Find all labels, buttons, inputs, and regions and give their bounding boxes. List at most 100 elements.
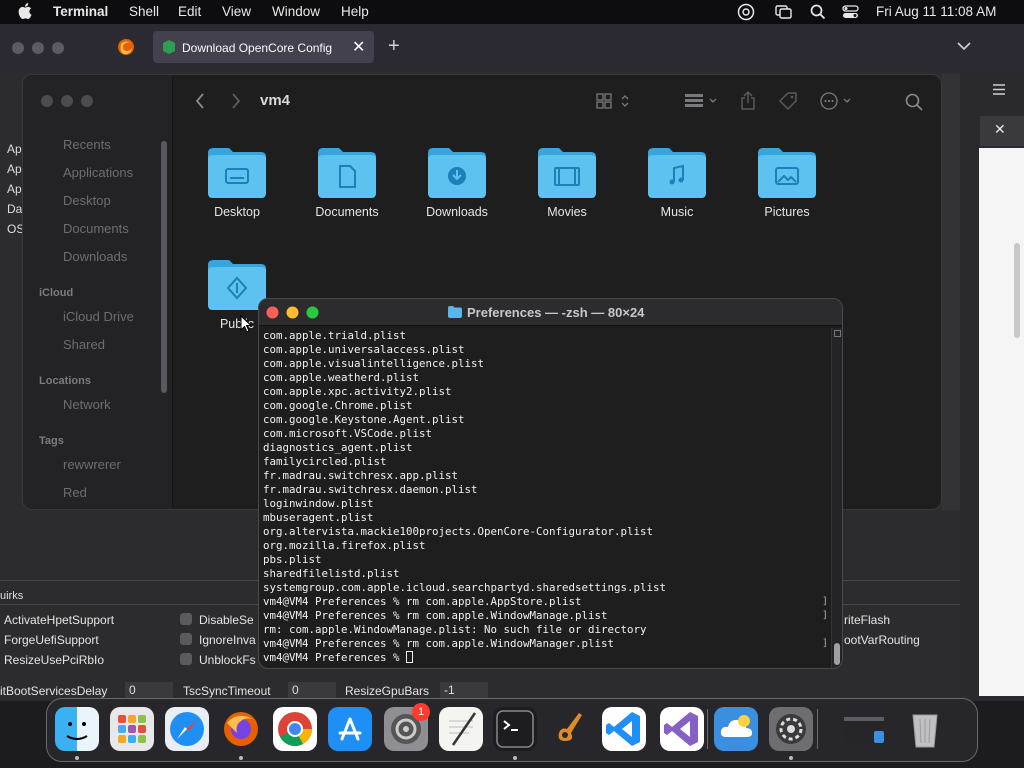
- quirk-checkbox[interactable]: [180, 653, 192, 665]
- quirk-checkbox-label[interactable]: riteFlash: [844, 613, 890, 627]
- more-actions-ellipsis-icon[interactable]: [820, 92, 854, 110]
- menu-help[interactable]: Help: [341, 4, 369, 19]
- dock-separator: [707, 709, 708, 749]
- view-grid-icon[interactable]: [596, 93, 630, 109]
- folder-documents[interactable]: Documents: [297, 145, 397, 219]
- terminal-output[interactable]: com.apple.triald.plist com.apple.universa…: [263, 329, 828, 665]
- forward-chevron-icon[interactable]: [231, 93, 241, 109]
- left-list-item[interactable]: Ap: [7, 182, 22, 196]
- list-all-tabs-chevron-down-icon[interactable]: [957, 42, 971, 51]
- visual-studio-icon[interactable]: [660, 707, 704, 751]
- menu-window[interactable]: Window: [272, 4, 320, 19]
- share-icon[interactable]: [740, 91, 756, 110]
- terminal-scrollbar-track[interactable]: [831, 328, 842, 668]
- left-list-item[interactable]: Ap: [7, 142, 22, 156]
- folder-label: Desktop: [214, 205, 260, 219]
- terminal-titlebar[interactable]: Preferences — -zsh — 80×24: [259, 299, 842, 326]
- vscode-icon[interactable]: [602, 707, 646, 751]
- folder-label: Documents: [315, 205, 379, 219]
- spotlight-search-icon[interactable]: [810, 4, 826, 20]
- page-scrollbar[interactable]: [1014, 243, 1020, 338]
- quirk-checkbox[interactable]: [180, 633, 192, 645]
- apple-menu-icon[interactable]: [18, 3, 32, 19]
- quirk-checkbox-label[interactable]: ActivateHpetSupport: [4, 613, 114, 627]
- group-by-icon[interactable]: [684, 93, 720, 109]
- field-value: -1: [444, 683, 455, 697]
- terminal-title: Preferences — -zsh — 80×24: [467, 305, 645, 320]
- accessibility-status-icon[interactable]: [737, 3, 755, 21]
- menu-shell[interactable]: Shell: [129, 4, 159, 19]
- textedit-icon[interactable]: [439, 707, 483, 751]
- sidebar-item-network[interactable]: Network: [63, 397, 111, 412]
- finder-icon[interactable]: [55, 707, 99, 751]
- app-store-icon[interactable]: [328, 707, 372, 751]
- folder-music[interactable]: Music: [627, 145, 727, 219]
- quirk-checkbox[interactable]: [180, 613, 192, 625]
- garageband-icon[interactable]: [547, 707, 591, 751]
- quirk-checkbox-label[interactable]: ForgeUefiSupport: [4, 633, 99, 647]
- terminal-line: vm4@VM4 Preferences % rm com.apple.Windo…: [263, 637, 615, 650]
- finder-search-icon[interactable]: [905, 93, 923, 111]
- sidebar-item-tag-red[interactable]: Red: [63, 485, 87, 500]
- cloud-app-icon[interactable]: [714, 707, 758, 751]
- new-tab-icon[interactable]: +: [388, 35, 400, 58]
- left-list-item[interactable]: Da: [7, 202, 22, 216]
- terminal-icon[interactable]: [493, 707, 537, 751]
- sidebar-item-icloud-drive[interactable]: iCloud Drive: [63, 309, 134, 324]
- quirk-checkbox-label[interactable]: UnblockFs: [199, 653, 256, 667]
- folder-movies[interactable]: Movies: [517, 145, 617, 219]
- browser-tab-active[interactable]: Download OpenCore Configurat ✕: [153, 31, 374, 63]
- terminal-line: pbs.plist: [263, 553, 322, 566]
- running-indicator: [239, 756, 243, 760]
- terminal-window-controls[interactable]: [266, 306, 322, 319]
- terminal-line: sharedfilelistd.plist: [263, 567, 400, 580]
- folder-icon: [648, 148, 706, 198]
- menu-view[interactable]: View: [222, 4, 251, 19]
- window-preview-icon[interactable]: [842, 707, 886, 751]
- control-center-icon[interactable]: [842, 5, 859, 19]
- sidebar-item-tag[interactable]: rewwrerer: [63, 457, 121, 472]
- menu-app-name[interactable]: Terminal: [53, 4, 108, 19]
- folder-pictures[interactable]: Pictures: [737, 145, 837, 219]
- firefox-view-icon[interactable]: [117, 38, 135, 56]
- sidebar-item-recents[interactable]: Recents: [63, 137, 111, 152]
- terminal-cursor: [406, 651, 414, 663]
- quirk-checkbox-label[interactable]: ootVarRouting: [844, 633, 920, 647]
- launchpad-icon[interactable]: [110, 707, 154, 751]
- screen-mirroring-icon[interactable]: [775, 5, 792, 19]
- app-menu-hamburger-icon[interactable]: [992, 84, 1006, 95]
- menu-edit[interactable]: Edit: [178, 4, 201, 19]
- terminal-scroll-thumb[interactable]: [834, 643, 840, 665]
- back-chevron-icon[interactable]: [195, 93, 205, 109]
- folder-icon: [758, 148, 816, 198]
- left-list-item[interactable]: Ap: [7, 162, 22, 176]
- sidebar-item-shared[interactable]: Shared: [63, 337, 105, 352]
- sidebar-item-downloads[interactable]: Downloads: [63, 249, 127, 264]
- quirk-checkbox-label[interactable]: IgnoreInva: [199, 633, 256, 647]
- firefox-icon[interactable]: [219, 707, 263, 751]
- terminal-line: com.apple.universalaccess.plist: [263, 343, 465, 356]
- tag-icon[interactable]: [779, 92, 797, 110]
- close-tab-icon[interactable]: ✕: [352, 37, 365, 57]
- terminal-line: com.apple.triald.plist: [263, 329, 407, 342]
- safari-icon[interactable]: [165, 707, 209, 751]
- menu-clock[interactable]: Fri Aug 11 11:08 AM: [876, 4, 996, 19]
- quirk-checkbox-label[interactable]: ResizeUsePciRbIo: [4, 653, 104, 667]
- utility-icon[interactable]: [769, 707, 813, 751]
- trash-icon[interactable]: [903, 707, 947, 751]
- folder-proxy-icon[interactable]: [448, 306, 462, 318]
- close-panel-button[interactable]: ✕: [980, 116, 1024, 146]
- quirk-checkbox-label[interactable]: DisableSe: [199, 613, 254, 627]
- folder-desktop[interactable]: Desktop: [187, 145, 287, 219]
- terminal-line: com.google.Keystone.Agent.plist: [263, 413, 465, 426]
- sidebar-item-documents[interactable]: Documents: [63, 221, 129, 236]
- folder-label: Pictures: [764, 205, 810, 219]
- sidebar-item-desktop[interactable]: Desktop: [63, 193, 111, 208]
- folder-downloads[interactable]: Downloads: [407, 145, 507, 219]
- running-indicator: [513, 756, 517, 760]
- sidebar-scrollbar[interactable]: [161, 141, 167, 393]
- terminal-line: com.microsoft.VSCode.plist: [263, 427, 433, 440]
- sidebar-item-applications[interactable]: Applications: [63, 165, 133, 180]
- finder-window-controls[interactable]: [41, 95, 97, 107]
- chrome-icon[interactable]: [273, 707, 317, 751]
